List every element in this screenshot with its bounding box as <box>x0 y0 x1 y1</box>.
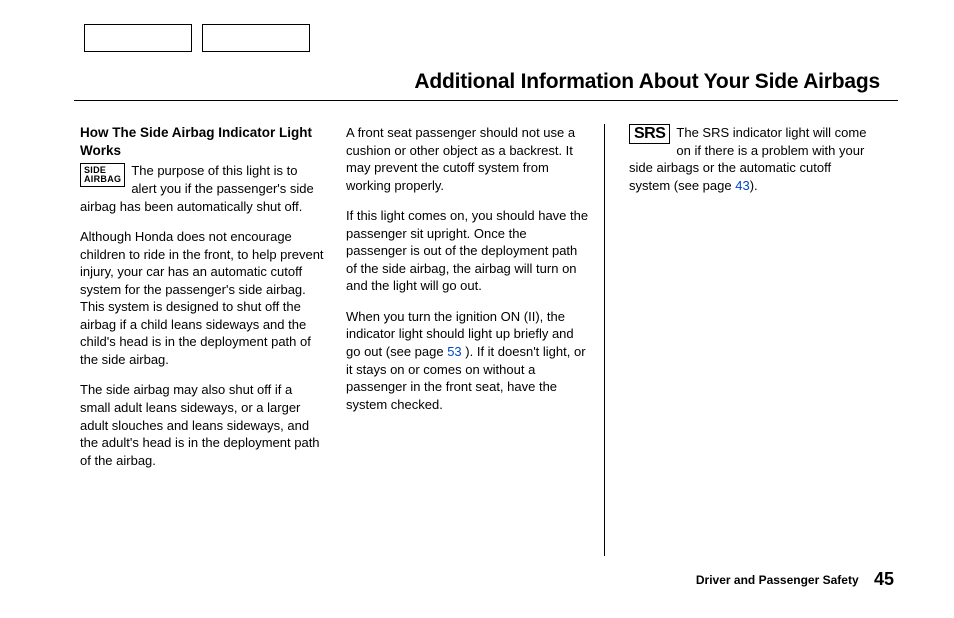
col3-p1b: ). <box>750 178 758 193</box>
page-link-53[interactable]: 53 <box>447 344 461 359</box>
side-airbag-indicator-icon: SIDE AIRBAG <box>80 163 125 187</box>
col2-p2: If this light comes on, you should have … <box>346 207 590 295</box>
section-heading: How The Side Airbag Indicator Light Work… <box>80 124 324 160</box>
column-separator <box>604 124 605 556</box>
col1-p3: The side airbag may also shut off if a s… <box>80 381 324 469</box>
column-1: How The Side Airbag Indicator Light Work… <box>80 124 342 556</box>
title-rule <box>74 100 898 101</box>
col2-p3: When you turn the ignition ON (II), the … <box>346 308 590 413</box>
top-empty-boxes <box>84 24 310 52</box>
col1-p2: Although Honda does not encourage childr… <box>80 228 324 368</box>
col3-p1: SRS The SRS indicator light will come on… <box>629 124 875 194</box>
manual-page: Additional Information About Your Side A… <box>0 0 954 618</box>
srs-indicator-icon: SRS <box>629 124 670 144</box>
column-3: SRS The SRS indicator light will come on… <box>611 124 875 556</box>
col1-lead-paragraph: SIDE AIRBAG The purpose of this light is… <box>80 162 324 215</box>
page-title: Additional Information About Your Side A… <box>56 70 898 94</box>
top-box-1 <box>84 24 192 52</box>
page-footer: Driver and Passenger Safety 45 <box>696 569 894 590</box>
footer-section-label: Driver and Passenger Safety <box>696 573 859 587</box>
page-link-43[interactable]: 43 <box>735 178 749 193</box>
col2-p1: A front seat passenger should not use a … <box>346 124 590 194</box>
footer-page-number: 45 <box>874 569 894 589</box>
top-box-2 <box>202 24 310 52</box>
indicator-line2: AIRBAG <box>84 174 121 184</box>
content-columns: How The Side Airbag Indicator Light Work… <box>80 124 898 556</box>
column-2: A front seat passenger should not use a … <box>342 124 604 556</box>
